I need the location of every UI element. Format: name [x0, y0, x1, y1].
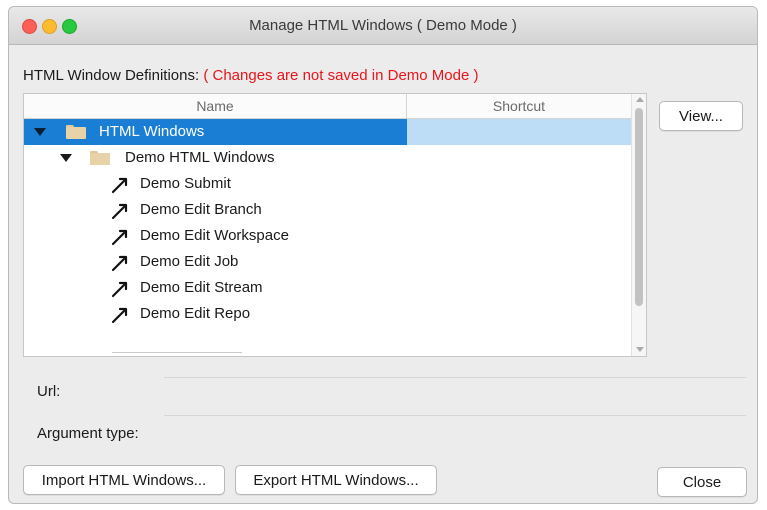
demo-mode-warning: ( Changes are not saved in Demo Mode ) [203, 67, 479, 84]
tree-row-label: HTML Windows [99, 123, 205, 140]
html-window-tree[interactable]: Name Shortcut HTML Windows Demo HTML Win… [23, 93, 647, 357]
disclosure-triangle-icon[interactable] [34, 128, 46, 136]
hammer-icon [111, 177, 128, 194]
tree-row-label: Demo Edit Job [140, 253, 239, 270]
export-html-windows-button[interactable]: Export HTML Windows... [235, 465, 437, 495]
tree-row-html-windows[interactable]: HTML Windows [24, 119, 631, 145]
url-field-divider [164, 377, 746, 378]
tree-row-label: Demo Edit Repo [140, 305, 251, 322]
tree-scrollbar[interactable] [631, 94, 646, 356]
hammer-icon [111, 229, 128, 246]
argument-type-label: Argument type: [37, 425, 139, 442]
title-bar: Manage HTML Windows ( Demo Mode ) [9, 7, 757, 45]
url-label: Url: [37, 383, 61, 400]
tree-row-label: Demo HTML Windows [125, 149, 275, 166]
tree-row-label: Demo Edit Branch [140, 201, 262, 218]
manage-html-windows-dialog: Manage HTML Windows ( Demo Mode ) HTML W… [8, 6, 758, 504]
tree-row-shortcut[interactable] [407, 119, 631, 145]
hammer-icon [111, 255, 128, 272]
view-button[interactable]: View... [659, 101, 743, 131]
column-header-name[interactable]: Name [24, 94, 407, 118]
definitions-label: HTML Window Definitions: [23, 67, 200, 84]
window-title: Manage HTML Windows ( Demo Mode ) [249, 17, 517, 34]
disclosure-triangle-icon[interactable] [60, 154, 72, 162]
tree-row-demo-html-windows[interactable]: Demo HTML Windows [24, 145, 631, 171]
definitions-heading: HTML Window Definitions: ( Changes are n… [23, 67, 479, 84]
tree-header: Name Shortcut [24, 94, 631, 119]
folder-icon [90, 151, 110, 165]
scroll-down-arrow-icon[interactable] [636, 347, 644, 352]
partially-visible-row [112, 352, 242, 353]
tree-row-label: Demo Edit Workspace [140, 227, 289, 244]
import-html-windows-button[interactable]: Import HTML Windows... [23, 465, 225, 495]
tree-row-label: Demo Submit [140, 175, 231, 192]
column-header-shortcut[interactable]: Shortcut [407, 94, 631, 118]
tree-row-demo-edit-workspace[interactable]: Demo Edit Workspace [24, 223, 631, 249]
folder-icon [66, 125, 86, 139]
argument-type-divider [164, 415, 746, 416]
tree-row-demo-edit-branch[interactable]: Demo Edit Branch [24, 197, 631, 223]
tree-row-demo-edit-job[interactable]: Demo Edit Job [24, 249, 631, 275]
scroll-thumb[interactable] [635, 108, 643, 306]
tree-row-demo-submit[interactable]: Demo Submit [24, 171, 631, 197]
hammer-icon [111, 281, 128, 298]
hammer-icon [111, 307, 128, 324]
tree-row-label: Demo Edit Stream [140, 279, 263, 296]
tree-row-demo-edit-repo[interactable]: Demo Edit Repo [24, 301, 631, 327]
hammer-icon [111, 203, 128, 220]
close-button[interactable]: Close [657, 467, 747, 497]
tree-row-demo-edit-stream[interactable]: Demo Edit Stream [24, 275, 631, 301]
scroll-up-arrow-icon[interactable] [636, 97, 644, 102]
